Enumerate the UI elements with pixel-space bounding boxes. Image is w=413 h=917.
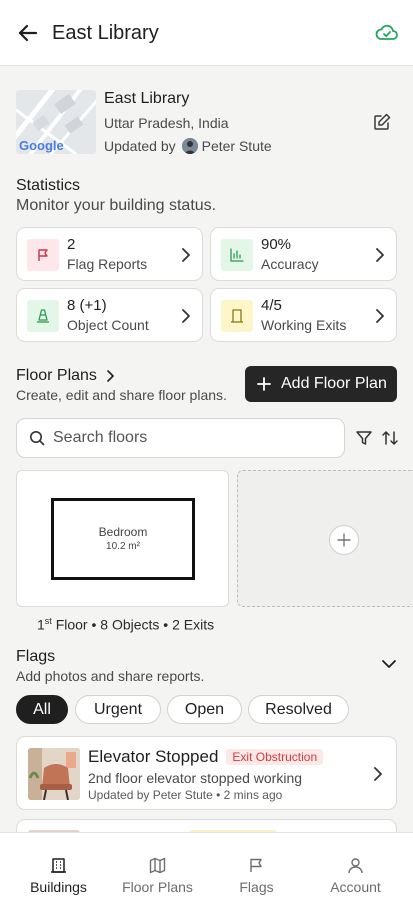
stat-card-object-count[interactable]: 8 (+1) Object Count xyxy=(16,288,203,342)
cloud-check-icon[interactable] xyxy=(374,21,400,45)
chevron-right-icon xyxy=(374,767,382,781)
nav-buildings[interactable]: Buildings xyxy=(7,833,110,917)
floor-plan-room: Bedroom 10.2 m² xyxy=(51,498,195,580)
stat-label: Flag Reports xyxy=(67,256,148,272)
flag-icon xyxy=(27,239,59,271)
flag-icon xyxy=(250,858,262,872)
chevron-down-icon[interactable] xyxy=(380,655,398,673)
search-input[interactable] xyxy=(53,429,313,447)
flag-photo xyxy=(28,748,80,800)
floor-plan-card[interactable]: Bedroom 10.2 m² xyxy=(16,470,229,607)
room-area: 10.2 m² xyxy=(106,541,140,552)
add-floor-plan-button[interactable]: Add Floor Plan xyxy=(245,366,397,402)
nav-flags[interactable]: Flags xyxy=(205,833,308,917)
chevron-right-icon xyxy=(107,370,114,382)
statistics-title: Statistics xyxy=(16,177,81,194)
building-icon xyxy=(51,858,66,873)
stat-value: 8 (+1) xyxy=(67,297,107,314)
floor-plans-title: Floor Plans xyxy=(16,367,97,384)
stat-card-flag-reports[interactable]: 2 Flag Reports xyxy=(16,227,203,281)
floor-details: Floor • 8 Objects • 2 Exits xyxy=(51,616,215,633)
flag-meta: Updated by Peter Stute • 2 mins ago xyxy=(88,788,283,802)
stat-label: Accuracy xyxy=(261,256,319,272)
cone-icon xyxy=(27,300,59,332)
nav-label: Flags xyxy=(239,879,274,895)
filter-chip-all[interactable]: All xyxy=(16,695,68,724)
floor-plans-header-link[interactable]: Floor Plans xyxy=(16,366,115,386)
add-floor-plan-card[interactable] xyxy=(237,470,413,607)
nav-label: Buildings xyxy=(30,879,87,895)
nav-label: Account xyxy=(330,879,381,895)
updated-prefix: Updated by xyxy=(104,138,176,154)
flag-badge: Exit Obstruction xyxy=(226,749,324,765)
stat-value: 90% xyxy=(261,236,292,253)
bar-chart-icon xyxy=(221,239,253,271)
updated-by-name: Peter Stute xyxy=(201,138,272,154)
statistics-subtitle: Monitor your building status. xyxy=(16,197,217,214)
avatar xyxy=(181,138,198,154)
search-icon xyxy=(30,431,45,446)
filter-chip-urgent[interactable]: Urgent xyxy=(75,695,161,724)
stat-value: 2 xyxy=(67,236,76,253)
chevron-right-icon xyxy=(376,309,384,323)
flag-description: 2nd floor elevator stopped working xyxy=(88,770,303,786)
user-icon xyxy=(348,858,363,874)
chevron-right-icon xyxy=(182,309,190,323)
arrow-left-icon[interactable] xyxy=(16,21,40,45)
flags-subtitle: Add photos and share reports. xyxy=(16,668,205,684)
stat-label: Working Exits xyxy=(261,317,347,333)
nav-account[interactable]: Account xyxy=(304,833,407,917)
stat-card-working-exits[interactable]: 4/5 Working Exits xyxy=(210,288,397,342)
chevron-right-icon xyxy=(376,248,384,262)
add-floor-plan-label: Add Floor Plan xyxy=(281,375,387,392)
edit-icon[interactable] xyxy=(372,112,392,132)
floor-plan-caption: 1st Floor • 8 Objects • 2 Exits xyxy=(37,612,214,634)
building-updated-by: Updated by Peter Stute xyxy=(104,137,272,155)
stat-card-accuracy[interactable]: 90% Accuracy xyxy=(210,227,397,281)
flag-title-row: Elevator Stopped Exit Obstruction xyxy=(88,747,324,767)
exit-door-icon xyxy=(221,300,253,332)
google-logo: Google xyxy=(19,138,64,153)
plus-icon xyxy=(337,533,351,547)
plus-icon xyxy=(257,377,271,391)
page-title: East Library xyxy=(52,22,159,44)
filter-chip-resolved[interactable]: Resolved xyxy=(248,695,349,724)
filter-icon[interactable] xyxy=(355,429,373,447)
building-location: Uttar Pradesh, India xyxy=(104,115,229,131)
add-circle-button[interactable] xyxy=(329,525,359,555)
floor-plans-subtitle: Create, edit and share floor plans. xyxy=(16,387,227,403)
app-header: East Library xyxy=(0,0,413,66)
screen: East Library Google East Library Uttar P… xyxy=(0,0,413,917)
filter-chip-open[interactable]: Open xyxy=(167,695,242,724)
flags-title: Flags xyxy=(16,648,56,665)
flag-item[interactable]: Elevator Stopped Exit Obstruction 2nd fl… xyxy=(16,736,397,810)
stat-value: 4/5 xyxy=(261,297,282,314)
chevron-right-icon xyxy=(182,248,190,262)
flag-title: Elevator Stopped xyxy=(88,747,219,766)
room-name: Bedroom xyxy=(98,525,148,539)
map-icon xyxy=(149,857,166,874)
building-map-thumbnail[interactable]: Google xyxy=(16,90,96,154)
floor-suffix: st xyxy=(44,616,52,626)
nav-floor-plans[interactable]: Floor Plans xyxy=(106,833,209,917)
bottom-navigation: Buildings Floor Plans Flags Account xyxy=(0,832,413,917)
sort-icon[interactable] xyxy=(381,429,399,447)
nav-label: Floor Plans xyxy=(122,879,193,895)
building-name: East Library xyxy=(104,90,190,107)
floor-number: 1 xyxy=(37,616,45,633)
search-floors-box[interactable] xyxy=(16,418,345,458)
stat-label: Object Count xyxy=(67,317,149,333)
